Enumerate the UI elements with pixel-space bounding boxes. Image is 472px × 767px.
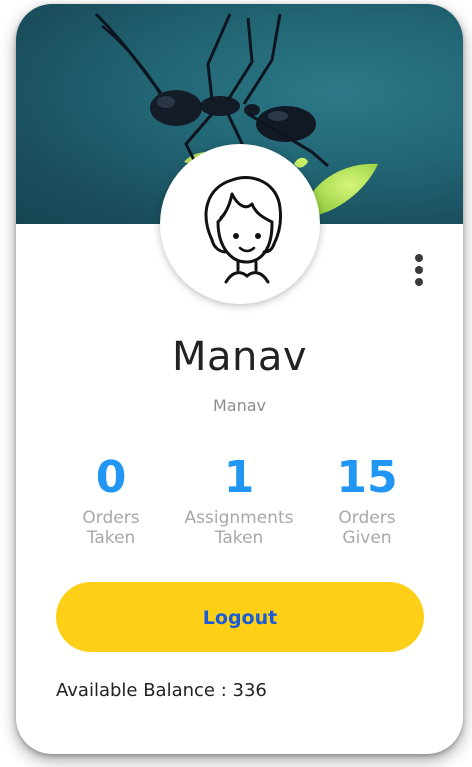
stat-value: 15 xyxy=(336,452,398,503)
more-options-button[interactable] xyxy=(408,250,430,290)
avatar[interactable] xyxy=(160,144,320,304)
username: Manav xyxy=(212,396,267,415)
logout-button[interactable]: Logout xyxy=(56,582,424,652)
cartoon-avatar-icon xyxy=(204,176,282,284)
profile-card: Manav Manav 0 Orders Taken 1 Assignments… xyxy=(16,4,463,754)
available-balance: Available Balance : 336 xyxy=(56,680,267,701)
stat-label-line1: Orders xyxy=(338,508,396,528)
stat-orders-given: 15 Orders Given xyxy=(292,452,442,548)
display-name: Manav xyxy=(171,334,308,380)
stat-label-line2: Given xyxy=(342,528,392,548)
page: Manav Manav 0 Orders Taken 1 Assignments… xyxy=(0,0,472,767)
